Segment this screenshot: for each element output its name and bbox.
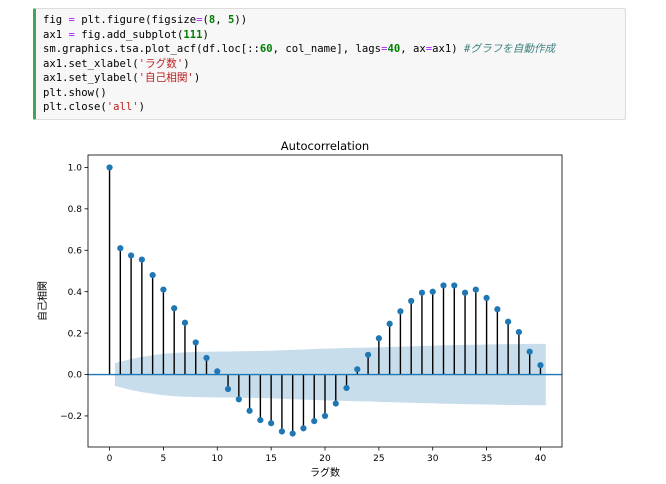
code-token: 60: [259, 43, 273, 55]
x-tick-label: 15: [265, 454, 276, 464]
x-tick-label: 40: [535, 454, 547, 464]
acf-point: [214, 368, 221, 375]
acf-point: [461, 289, 469, 296]
code-cell[interactable]: fig = plt.figure(figsize=(8, 5)) ax1 = fi…: [33, 8, 626, 120]
acf-point: [386, 320, 393, 327]
x-tick-label: 30: [427, 454, 439, 464]
code-token: ax1.set_ylabel(: [43, 72, 139, 84]
y-tick-label: 0.6: [68, 246, 83, 256]
code-token: 'all': [106, 101, 139, 113]
acf-point: [343, 384, 350, 392]
code-token: ): [193, 72, 201, 84]
acf-point: [257, 416, 264, 424]
code-token: fig: [43, 14, 69, 26]
x-axis-label: ラグ数: [310, 466, 340, 479]
code-line: ax1 = fig.add_subplot(111): [43, 28, 625, 43]
acf-point: [300, 425, 307, 432]
acf-point: [408, 297, 415, 305]
acf-point: [117, 245, 124, 252]
chart-title: Autocorrelation: [281, 139, 369, 153]
acf-point: [160, 286, 167, 293]
acf-point: [149, 272, 156, 279]
code-token: ): [183, 57, 190, 70]
code-line: plt.show(): [43, 86, 625, 101]
x-tick-label: 10: [212, 454, 224, 464]
x-tick-label: 0: [107, 454, 113, 464]
x-tick-label: 35: [481, 454, 492, 464]
code-token: 40: [387, 43, 401, 55]
acf-point: [171, 305, 178, 312]
acf-point: [494, 306, 501, 313]
code-token: 111: [183, 28, 203, 41]
x-tick-label: 5: [161, 454, 167, 464]
acf-point: [235, 396, 242, 403]
code-token: ax1.set_xlabel(: [43, 57, 139, 70]
y-tick-label: 0.2: [68, 329, 82, 339]
acf-point: [203, 354, 210, 362]
y-tick-label: 1.0: [68, 164, 83, 174]
acf-point: [429, 288, 436, 295]
acf-point: [127, 252, 135, 259]
acf-point: [515, 328, 523, 336]
y-tick-label: 0.0: [68, 371, 83, 381]
acf-point: [375, 335, 382, 342]
code-token: ): [138, 101, 146, 113]
acf-point: [526, 348, 533, 355]
code-token: #グラフを自動作成: [464, 43, 556, 55]
x-tick-layer: 0 5 10 15 20 25 30 35 40: [107, 447, 547, 464]
x-tick-label: 20: [319, 454, 331, 464]
acf-point: [289, 430, 296, 437]
code-token: plt.show(): [43, 86, 107, 99]
code-token: sm.graphics.tsa.plot_acf(df.loc[::: [43, 43, 260, 55]
acf-point: [472, 286, 479, 293]
code-token: plt.figure(figsize: [74, 14, 197, 26]
acf-point: [138, 256, 145, 263]
acf-point: [246, 407, 253, 414]
acf-point: [418, 289, 426, 296]
code-token: '自己相関': [138, 72, 194, 84]
code-line: fig = plt.figure(figsize=(8, 5)): [43, 13, 625, 28]
acf-point: [397, 308, 404, 315]
code-token: ax1: [43, 28, 69, 41]
acf-point: [106, 164, 113, 171]
acf-point: [440, 282, 447, 289]
y-axis-label: 自己相関: [36, 281, 49, 321]
acf-point: [505, 318, 512, 325]
acf-point: [278, 428, 286, 435]
y-tick-label: 0.8: [68, 205, 83, 215]
notebook-page: fig = plt.figure(figsize=(8, 5)) ax1 = fi…: [0, 0, 666, 484]
code-token: )): [234, 14, 248, 26]
y-tick-label: 0.4: [68, 288, 83, 298]
acf-point: [451, 282, 458, 289]
x-tick-label: 25: [373, 454, 384, 464]
code-token: , col_name], lags: [272, 43, 382, 55]
code-token: ax1): [432, 43, 465, 55]
code-line: ax1.set_ylabel('自己相関'): [43, 71, 625, 86]
code-token: ,: [215, 14, 229, 26]
acf-point: [268, 420, 275, 427]
y-tick-layer: −0.2 0.0 0.2 0.4 0.6 0.8 1.0: [60, 164, 88, 422]
acf-point: [192, 339, 199, 346]
code-token: , ax: [400, 43, 426, 55]
acf-point: [364, 351, 372, 358]
y-tick-label: −0.2: [60, 412, 82, 422]
acf-chart: 0 5 10 15 20 25 30 35 40 −0.20.00.20.40.60.81.0 …: [36, 139, 563, 479]
acf-point: [354, 366, 361, 373]
code-line: sm.graphics.tsa.plot_acf(df.loc[::60, co…: [43, 42, 625, 57]
code-line: ax1.set_xlabel('ラグ数'): [43, 57, 625, 72]
acf-point: [224, 385, 232, 393]
acf-point: [181, 319, 189, 326]
code-token: fig.add_subplot(: [74, 28, 184, 41]
code-line: plt.close('all'): [43, 100, 625, 115]
acf-point: [321, 412, 329, 420]
code-token: 'ラグ数': [138, 57, 184, 70]
acf-point: [311, 418, 318, 425]
code-token: plt.close(: [43, 101, 107, 113]
acf-point: [537, 362, 544, 369]
plot-output: 0 5 10 15 20 25 30 35 40 −0.2 0.0 0.2 0.4 0.6 0.8 1.0 …: [0, 135, 666, 484]
code-token: ): [202, 28, 209, 41]
acf-point: [332, 400, 339, 407]
acf-point: [483, 294, 490, 301]
